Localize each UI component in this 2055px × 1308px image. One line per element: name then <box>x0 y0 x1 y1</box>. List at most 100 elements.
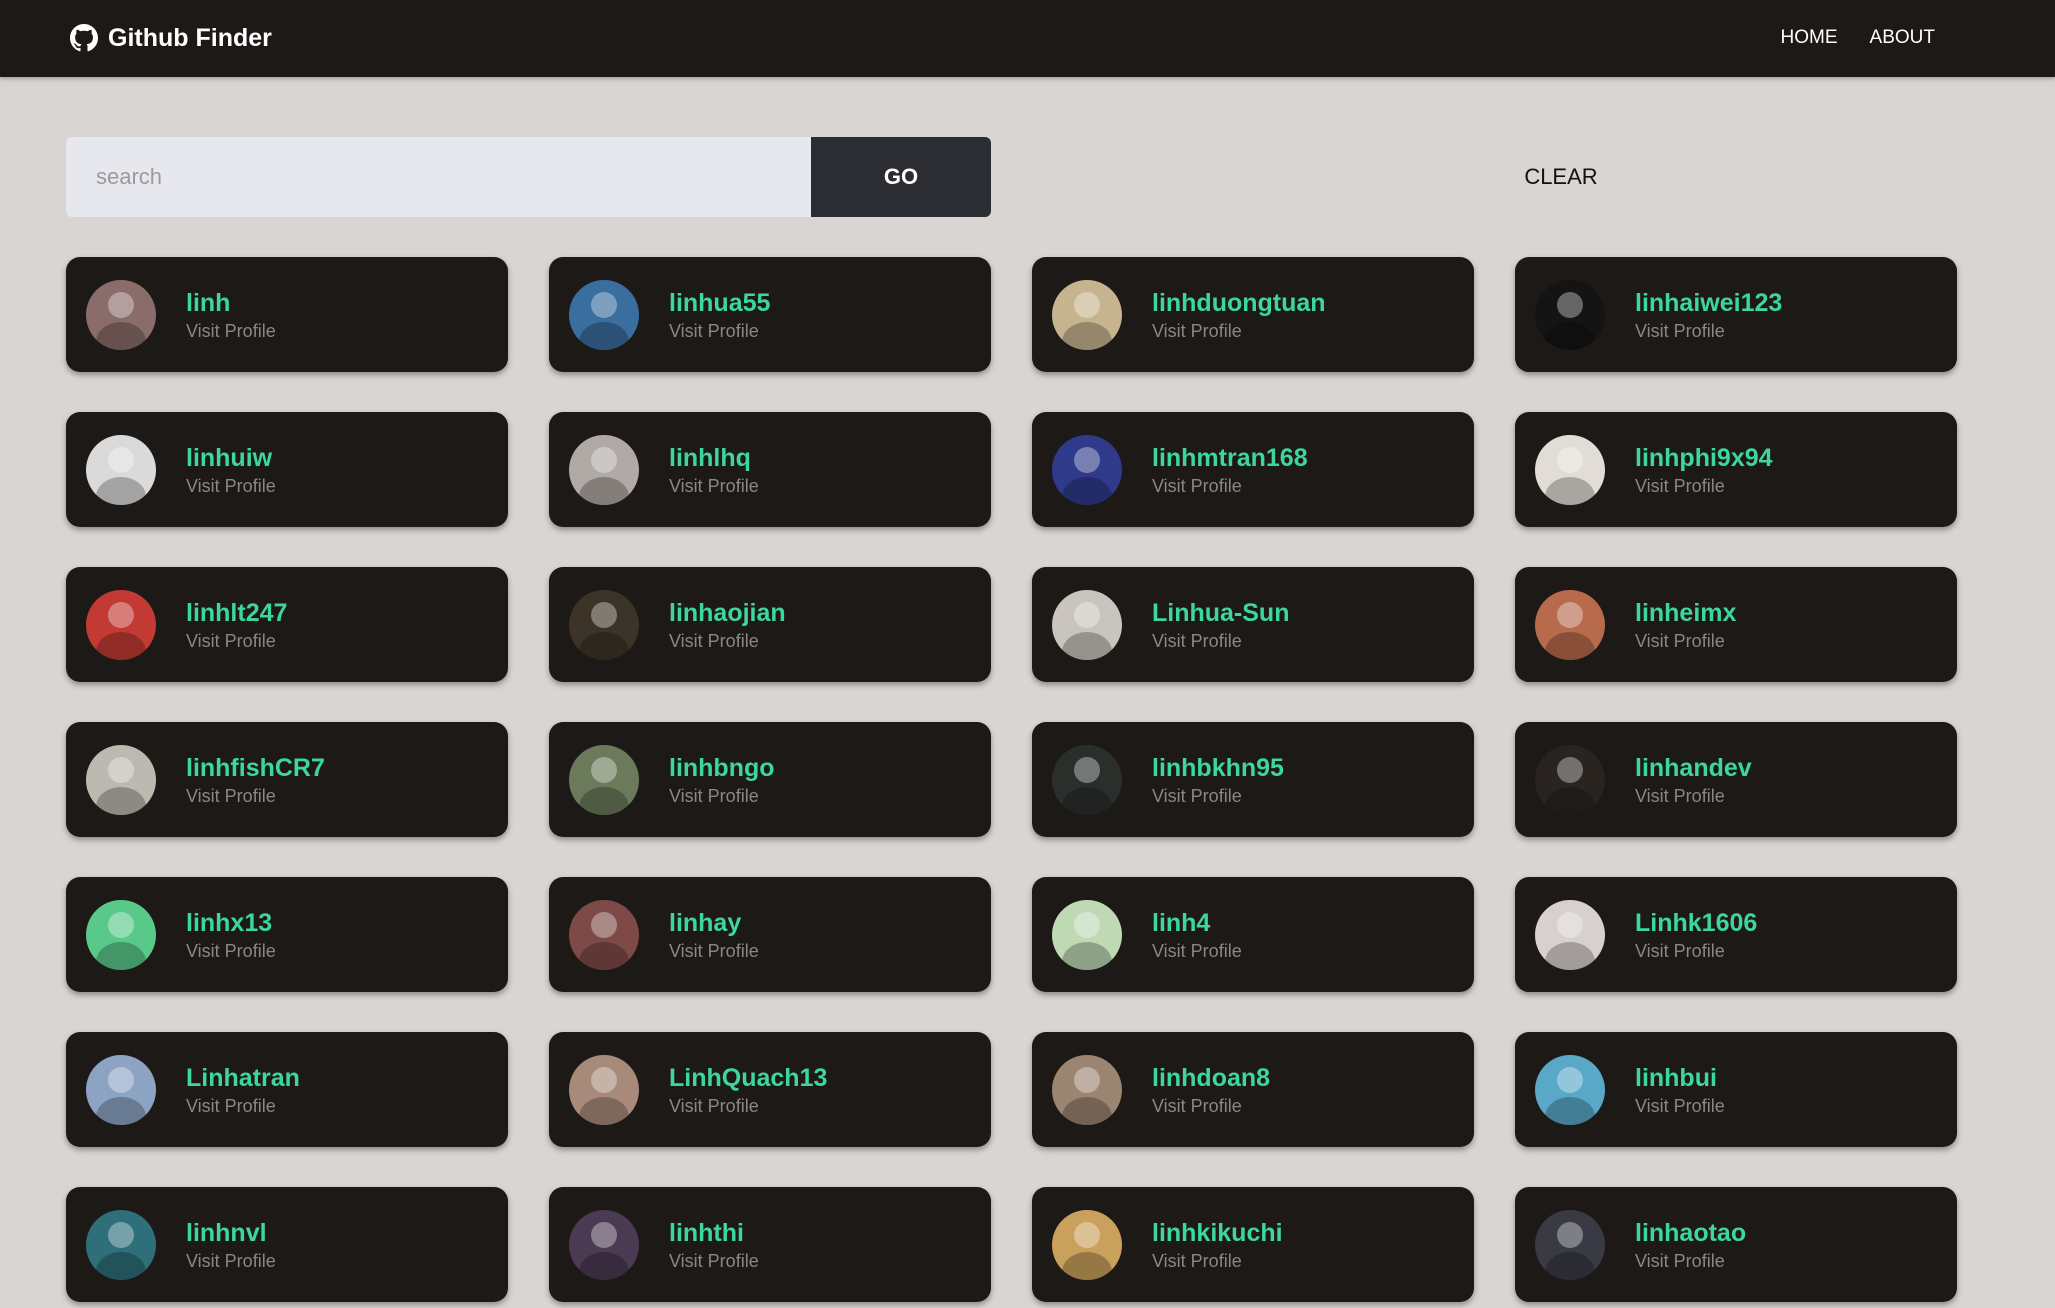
user-login[interactable]: linhbui <box>1635 1062 1725 1094</box>
brand[interactable]: Github Finder <box>70 22 272 54</box>
user-login[interactable]: linhaojian <box>669 597 786 629</box>
visit-profile-link[interactable]: Visit Profile <box>1635 1094 1725 1118</box>
visit-profile-link[interactable]: Visit Profile <box>669 629 786 653</box>
user-card[interactable]: linhduongtuan Visit Profile <box>1032 257 1474 372</box>
user-card[interactable]: linhnvl Visit Profile <box>66 1187 508 1302</box>
user-card[interactable]: Linhua-Sun Visit Profile <box>1032 567 1474 682</box>
user-login[interactable]: linh <box>186 287 276 319</box>
user-login[interactable]: linheimx <box>1635 597 1736 629</box>
visit-profile-link[interactable]: Visit Profile <box>1635 939 1757 963</box>
visit-profile-link[interactable]: Visit Profile <box>669 939 759 963</box>
visit-profile-link[interactable]: Visit Profile <box>1635 1249 1746 1273</box>
visit-profile-link[interactable]: Visit Profile <box>1152 939 1242 963</box>
user-card-text: linhandev Visit Profile <box>1635 752 1752 808</box>
visit-profile-link[interactable]: Visit Profile <box>186 1249 276 1273</box>
user-card[interactable]: linhandev Visit Profile <box>1515 722 1957 837</box>
user-login[interactable]: linhlt247 <box>186 597 287 629</box>
visit-profile-link[interactable]: Visit Profile <box>669 319 770 343</box>
user-login[interactable]: linhkikuchi <box>1152 1217 1283 1249</box>
visit-profile-link[interactable]: Visit Profile <box>1635 784 1752 808</box>
user-login[interactable]: linhbkhn95 <box>1152 752 1284 784</box>
user-login[interactable]: linhaotao <box>1635 1217 1746 1249</box>
user-card-text: linhaotao Visit Profile <box>1635 1217 1746 1273</box>
user-card[interactable]: linhaiwei123 Visit Profile <box>1515 257 1957 372</box>
user-card[interactable]: linhay Visit Profile <box>549 877 991 992</box>
user-card[interactable]: linhuiw Visit Profile <box>66 412 508 527</box>
nav-about-link[interactable]: ABOUT <box>1870 27 1935 49</box>
user-login[interactable]: Linhatran <box>186 1062 300 1094</box>
nav-home-link[interactable]: HOME <box>1781 27 1838 49</box>
user-card[interactable]: linhphi9x94 Visit Profile <box>1515 412 1957 527</box>
visit-profile-link[interactable]: Visit Profile <box>1152 629 1289 653</box>
visit-profile-link[interactable]: Visit Profile <box>669 1094 827 1118</box>
user-login[interactable]: linhandev <box>1635 752 1752 784</box>
user-card[interactable]: linh Visit Profile <box>66 257 508 372</box>
visit-profile-link[interactable]: Visit Profile <box>669 474 759 498</box>
user-login[interactable]: linhua55 <box>669 287 770 319</box>
user-card[interactable]: linhua55 Visit Profile <box>549 257 991 372</box>
visit-profile-link[interactable]: Visit Profile <box>1635 474 1773 498</box>
user-avatar <box>1535 434 1605 505</box>
user-avatar <box>86 1054 156 1125</box>
user-login[interactable]: linhbngo <box>669 752 775 784</box>
user-avatar <box>569 1054 639 1125</box>
user-login[interactable]: linhduongtuan <box>1152 287 1326 319</box>
user-login[interactable]: Linhk1606 <box>1635 907 1757 939</box>
user-login[interactable]: Linhua-Sun <box>1152 597 1289 629</box>
visit-profile-link[interactable]: Visit Profile <box>669 1249 759 1273</box>
user-card[interactable]: linhlhq Visit Profile <box>549 412 991 527</box>
user-login[interactable]: linhthi <box>669 1217 759 1249</box>
visit-profile-link[interactable]: Visit Profile <box>1635 319 1782 343</box>
user-card[interactable]: Linhk1606 Visit Profile <box>1515 877 1957 992</box>
user-login[interactable]: linhuiw <box>186 442 276 474</box>
user-card[interactable]: linhdoan8 Visit Profile <box>1032 1032 1474 1147</box>
user-login[interactable]: linhlhq <box>669 442 759 474</box>
user-card[interactable]: linhbngo Visit Profile <box>549 722 991 837</box>
visit-profile-link[interactable]: Visit Profile <box>1152 319 1326 343</box>
user-card[interactable]: Linhatran Visit Profile <box>66 1032 508 1147</box>
user-login[interactable]: linhdoan8 <box>1152 1062 1270 1094</box>
user-card[interactable]: linhfishCR7 Visit Profile <box>66 722 508 837</box>
user-login[interactable]: linhaiwei123 <box>1635 287 1782 319</box>
user-login[interactable]: LinhQuach13 <box>669 1062 827 1094</box>
visit-profile-link[interactable]: Visit Profile <box>1152 1094 1270 1118</box>
search-form: GO CLEAR <box>66 137 1956 217</box>
user-card[interactable]: linhaotao Visit Profile <box>1515 1187 1957 1302</box>
user-card-text: linheimx Visit Profile <box>1635 597 1736 653</box>
visit-profile-link[interactable]: Visit Profile <box>669 784 775 808</box>
visit-profile-link[interactable]: Visit Profile <box>186 1094 300 1118</box>
search-input[interactable] <box>66 137 812 217</box>
user-avatar <box>1052 899 1122 970</box>
user-login[interactable]: linhphi9x94 <box>1635 442 1773 474</box>
visit-profile-link[interactable]: Visit Profile <box>186 784 325 808</box>
user-login[interactable]: linhmtran168 <box>1152 442 1308 474</box>
user-card[interactable]: linhaojian Visit Profile <box>549 567 991 682</box>
visit-profile-link[interactable]: Visit Profile <box>1152 784 1284 808</box>
user-login[interactable]: linh4 <box>1152 907 1242 939</box>
visit-profile-link[interactable]: Visit Profile <box>1152 474 1308 498</box>
user-card[interactable]: LinhQuach13 Visit Profile <box>549 1032 991 1147</box>
visit-profile-link[interactable]: Visit Profile <box>186 319 276 343</box>
visit-profile-link[interactable]: Visit Profile <box>186 939 276 963</box>
user-card[interactable]: linheimx Visit Profile <box>1515 567 1957 682</box>
user-card[interactable]: linhbui Visit Profile <box>1515 1032 1957 1147</box>
clear-button[interactable]: CLEAR <box>1461 157 1661 197</box>
user-card[interactable]: linhx13 Visit Profile <box>66 877 508 992</box>
user-login[interactable]: linhfishCR7 <box>186 752 325 784</box>
visit-profile-link[interactable]: Visit Profile <box>1635 629 1736 653</box>
visit-profile-link[interactable]: Visit Profile <box>186 629 287 653</box>
visit-profile-link[interactable]: Visit Profile <box>1152 1249 1283 1273</box>
visit-profile-link[interactable]: Visit Profile <box>186 474 276 498</box>
user-login[interactable]: linhay <box>669 907 759 939</box>
user-card[interactable]: linhkikuchi Visit Profile <box>1032 1187 1474 1302</box>
go-button[interactable]: GO <box>811 137 991 217</box>
user-card[interactable]: linh4 Visit Profile <box>1032 877 1474 992</box>
user-login[interactable]: linhx13 <box>186 907 276 939</box>
user-card[interactable]: linhmtran168 Visit Profile <box>1032 412 1474 527</box>
user-card[interactable]: linhlt247 Visit Profile <box>66 567 508 682</box>
user-avatar <box>569 279 639 350</box>
user-card[interactable]: linhthi Visit Profile <box>549 1187 991 1302</box>
user-card[interactable]: linhbkhn95 Visit Profile <box>1032 722 1474 837</box>
user-card-text: linhduongtuan Visit Profile <box>1152 287 1326 343</box>
user-login[interactable]: linhnvl <box>186 1217 276 1249</box>
